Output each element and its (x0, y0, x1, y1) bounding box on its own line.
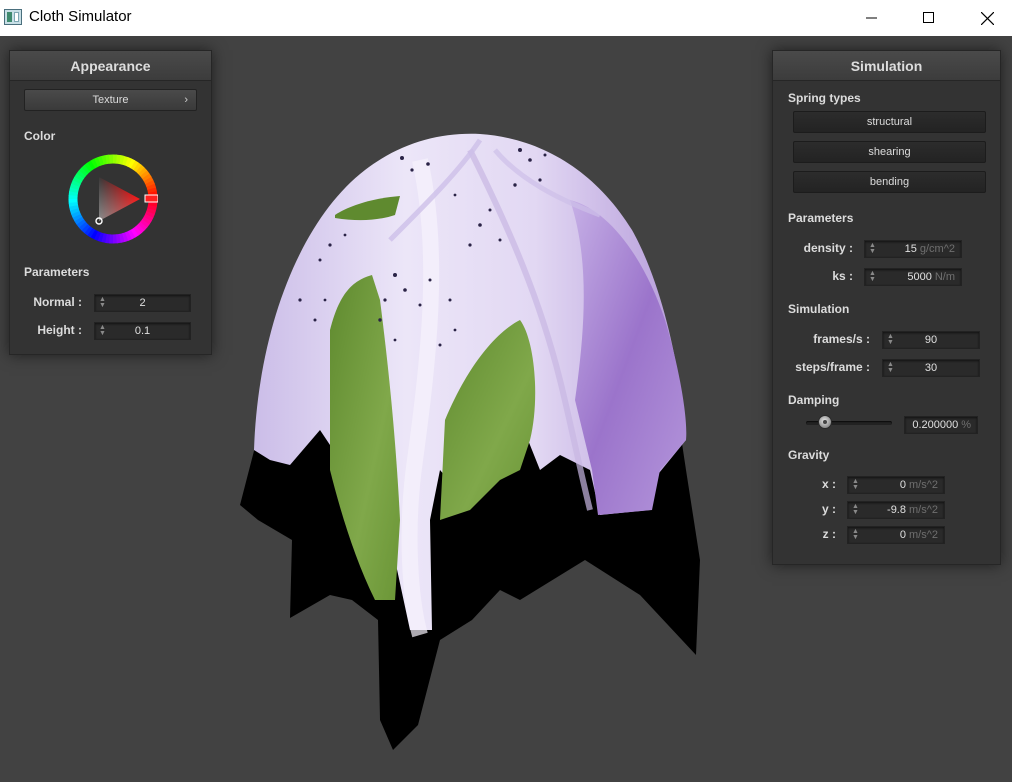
minimize-button[interactable] (843, 0, 901, 36)
texture-button-label: Texture (92, 94, 129, 106)
texture-popup-button[interactable]: Texture › (24, 89, 197, 111)
damping-value: 0.200000 (912, 419, 959, 431)
window-title-bar: Cloth Simulator (0, 0, 1012, 36)
damping-slider-handle[interactable] (818, 415, 833, 429)
normal-value: 2 (139, 297, 146, 309)
color-wheel[interactable] (68, 154, 159, 244)
gravity-label: Gravity (788, 448, 830, 462)
spin-arrows-icon: ▲ ▼ (869, 242, 876, 255)
color-section-label: Color (24, 129, 56, 143)
steps-label: steps/frame : (795, 360, 870, 374)
density-unit: g/cm^2 (919, 243, 955, 255)
app-window-icon (4, 9, 22, 25)
simulation-parameters-label: Parameters (788, 211, 854, 225)
shearing-button[interactable]: shearing (793, 141, 986, 163)
gravity-z-value: 0 (899, 529, 906, 541)
frames-label: frames/s : (813, 332, 870, 346)
height-input[interactable]: ▲ ▼ 0.1 (94, 322, 191, 340)
frames-input[interactable]: ▲ ▼ 90 (882, 331, 980, 349)
steps-value: 30 (924, 362, 938, 374)
density-value: 15 (904, 243, 917, 255)
gravity-y-unit: m/s^2 (909, 504, 938, 516)
gravity-x-unit: m/s^2 (909, 479, 938, 491)
gravity-x-label: x : (821, 477, 836, 491)
minimize-icon (866, 17, 877, 19)
appearance-parameters-label: Parameters (24, 265, 90, 279)
normal-label: Normal : (33, 295, 82, 309)
color-wheel-icon (68, 154, 159, 244)
gravity-x-input[interactable]: ▲ ▼ 0 m/s^2 (847, 476, 945, 494)
ks-label: ks : (832, 269, 853, 283)
maximize-icon (923, 12, 934, 23)
height-value: 0.1 (134, 325, 151, 337)
ks-input[interactable]: ▲ ▼ 5000 N/m (864, 268, 962, 286)
maximize-button[interactable] (900, 0, 958, 36)
gravity-x-value: 0 (899, 479, 906, 491)
3d-viewport[interactable]: Appearance Texture › Color Parameters No… (0, 36, 1012, 782)
gravity-y-value: -9.8 (887, 504, 906, 516)
ks-value: 5000 (907, 271, 932, 283)
spin-arrows-icon: ▲ ▼ (852, 528, 859, 541)
damping-input[interactable]: 0.200000% (904, 416, 978, 434)
close-button[interactable] (958, 0, 1012, 36)
steps-input[interactable]: ▲ ▼ 30 (882, 359, 980, 377)
structural-button[interactable]: structural (793, 111, 986, 133)
height-label: Height : (37, 323, 82, 337)
normal-input[interactable]: ▲ ▼ 2 (94, 294, 191, 312)
damping-unit: % (961, 419, 971, 431)
spring-types-label: Spring types (788, 91, 861, 105)
appearance-panel-title[interactable]: Appearance (10, 51, 211, 81)
spin-arrows-icon: ▲ ▼ (852, 478, 859, 491)
gravity-z-label: z : (822, 527, 836, 541)
hue-marker (144, 194, 159, 203)
frames-value: 90 (924, 334, 938, 346)
damping-label: Damping (788, 393, 840, 407)
simulation-panel-title[interactable]: Simulation (773, 51, 1000, 81)
gravity-y-label: y : (821, 502, 836, 516)
gravity-z-input[interactable]: ▲ ▼ 0 m/s^2 (847, 526, 945, 544)
simulation-panel: Simulation Spring types structural shear… (772, 50, 1001, 565)
simulation-section-label: Simulation (788, 302, 850, 316)
density-label: density : (803, 241, 853, 255)
close-icon (980, 11, 994, 25)
gravity-y-input[interactable]: ▲ ▼ -9.8 m/s^2 (847, 501, 945, 519)
gravity-z-unit: m/s^2 (909, 529, 938, 541)
bending-button[interactable]: bending (793, 171, 986, 193)
window-title: Cloth Simulator (29, 8, 132, 25)
chevron-right-icon: › (184, 94, 188, 106)
ks-unit: N/m (934, 271, 955, 283)
density-input[interactable]: ▲ ▼ 15 g/cm^2 (864, 240, 962, 258)
appearance-panel: Appearance Texture › Color Parameters No… (9, 50, 212, 355)
spin-arrows-icon: ▲ ▼ (852, 503, 859, 516)
spin-arrows-icon: ▲ ▼ (869, 270, 876, 283)
